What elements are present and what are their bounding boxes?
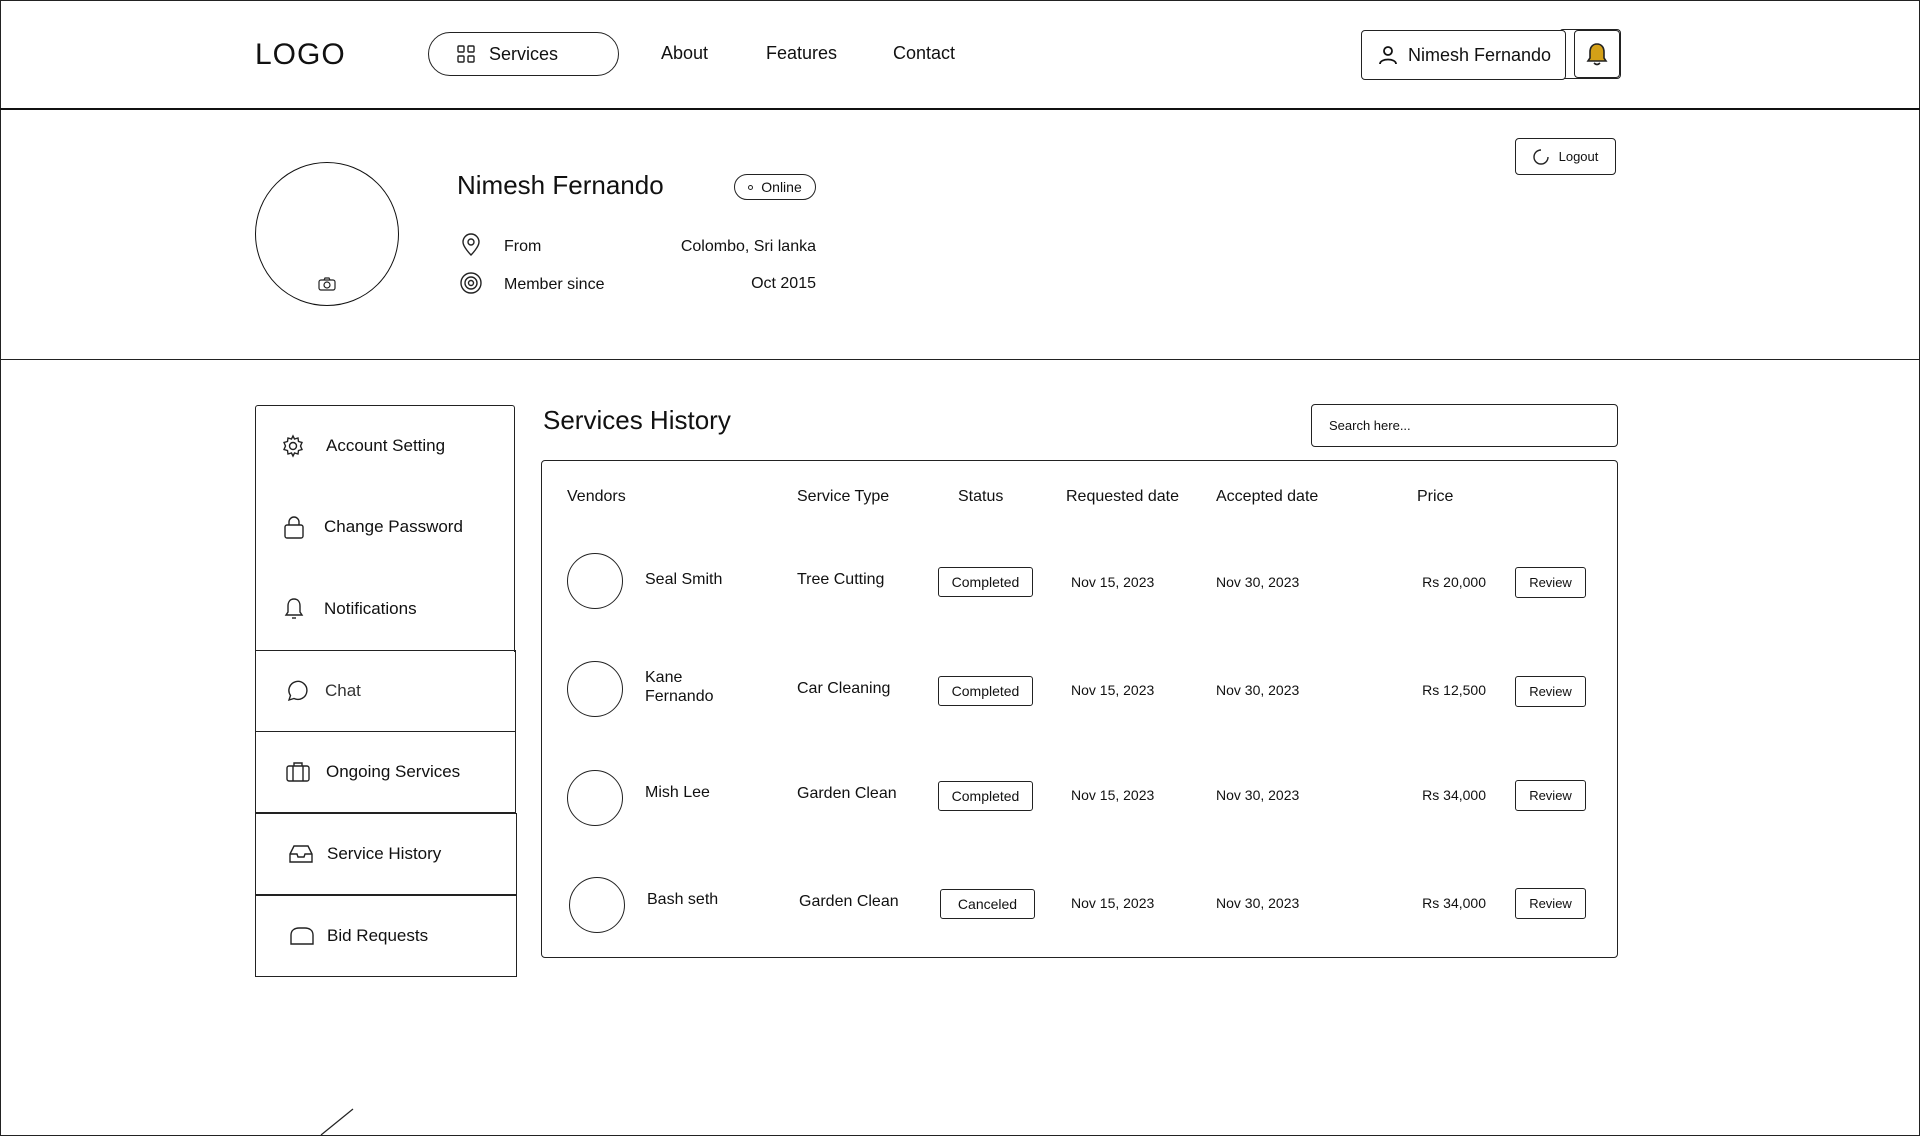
requested-date: Nov 15, 2023 [1071, 787, 1155, 803]
profile-name: Nimesh Fernando [457, 170, 664, 200]
nav-services-button[interactable]: Services [428, 32, 619, 76]
lock-icon [284, 516, 304, 539]
status-label: Online [761, 179, 802, 195]
accepted-date: Nov 30, 2023 [1216, 682, 1300, 698]
nav-about-link[interactable]: About [661, 43, 708, 64]
requested-date: Nov 15, 2023 [1071, 895, 1155, 911]
member-since-label: Member since [504, 276, 605, 293]
grid-icon [457, 45, 475, 63]
price: Rs 34,000 [1422, 895, 1486, 911]
column-header-requested-date: Requested date [1066, 488, 1179, 505]
nav-features-link[interactable]: Features [766, 43, 837, 64]
user-name: Nimesh Fernando [1408, 44, 1552, 65]
vendor-avatar [567, 661, 623, 717]
from-label: From [504, 238, 542, 255]
briefcase-icon [286, 761, 310, 782]
service-type: Car Cleaning [797, 680, 891, 697]
accepted-date: Nov 30, 2023 [1216, 787, 1300, 803]
vendor-name-line2: Fernando [645, 688, 714, 705]
vendor-avatar [567, 553, 623, 609]
logout-label: Logout [1558, 149, 1599, 164]
logout-button[interactable]: Logout [1515, 138, 1616, 175]
search-input[interactable] [1311, 404, 1618, 447]
services-history-table: Vendors Service Type Status Requested da… [541, 460, 1618, 958]
column-header-price: Price [1417, 488, 1454, 505]
status-badge: Completed [938, 781, 1033, 811]
requested-date: Nov 15, 2023 [1071, 574, 1155, 590]
sidebar-item-service-history[interactable]: Service History [255, 813, 517, 895]
vendor-name: Mish Lee [645, 784, 710, 801]
sidebar-item-account-setting[interactable]: Account Setting [255, 405, 516, 487]
inbox-icon [289, 845, 313, 863]
notification-button[interactable] [1574, 30, 1620, 78]
vendor-name: Seal Smith [645, 571, 723, 588]
profile-section: Nimesh Fernando Online From Colombo, Sri… [0, 110, 1920, 360]
sidebar-item-label: Notifications [324, 599, 417, 618]
sidebar-item-label: Bid Requests [327, 926, 429, 945]
vendor-name: Bash seth [647, 891, 719, 908]
page-title: Services History [543, 405, 731, 435]
sidebar-item-ongoing-services[interactable]: Ongoing Services [255, 731, 516, 813]
column-header-vendors: Vendors [567, 488, 626, 505]
chat-bubble-icon [287, 680, 308, 702]
sidebar-item-label: Service History [327, 844, 442, 863]
stray-line [320, 1108, 354, 1136]
column-header-accepted-date: Accepted date [1216, 488, 1319, 505]
service-type: Garden Clean [799, 893, 899, 910]
table-row: Mish Lee Garden Clean Completed Nov 15, … [542, 770, 1619, 840]
profile-avatar[interactable] [255, 162, 399, 306]
vendor-name-line1: Kane [645, 669, 683, 686]
user-menu-button[interactable]: Nimesh Fernando [1361, 30, 1566, 80]
nav-services-label: Services [489, 43, 559, 64]
review-button[interactable]: Review [1515, 676, 1586, 707]
logo[interactable]: LOGO [255, 38, 346, 72]
location-pin-icon [462, 233, 480, 256]
column-header-status: Status [958, 488, 1004, 505]
tag-icon [290, 927, 314, 945]
gear-icon [283, 434, 303, 458]
bell-icon [1586, 43, 1608, 66]
review-button[interactable]: Review [1515, 888, 1586, 919]
vendor-avatar [569, 877, 625, 933]
sidebar-item-notifications[interactable]: Notifications [255, 568, 516, 650]
target-icon [460, 272, 482, 294]
service-type: Garden Clean [797, 785, 897, 802]
accepted-date: Nov 30, 2023 [1216, 895, 1300, 911]
column-header-service-type: Service Type [797, 488, 890, 505]
status-dot-icon [748, 184, 754, 190]
vendor-avatar [567, 770, 623, 826]
sidebar-item-bid-requests[interactable]: Bid Requests [255, 895, 517, 977]
status-badge: Completed [938, 676, 1033, 706]
review-button[interactable]: Review [1515, 780, 1586, 811]
review-button[interactable]: Review [1515, 567, 1586, 598]
price: Rs 12,500 [1422, 682, 1486, 698]
user-icon [1379, 46, 1397, 65]
loading-arc-icon [1532, 148, 1549, 165]
vendor-name: Kane Fernando [645, 668, 714, 706]
table-row: Bash seth Garden Clean Canceled Nov 15, … [542, 877, 1619, 947]
member-since-value: Oct 2015 [751, 275, 816, 292]
requested-date: Nov 15, 2023 [1071, 682, 1155, 698]
status-badge: Online [734, 174, 816, 200]
price: Rs 34,000 [1422, 787, 1486, 803]
service-type: Tree Cutting [797, 571, 885, 588]
table-row: Seal Smith Tree Cutting Completed Nov 15… [542, 553, 1619, 623]
from-value: Colombo, Sri lanka [680, 238, 816, 255]
sidebar-item-change-password[interactable]: Change Password [255, 486, 516, 568]
sidebar-item-chat[interactable]: Chat [255, 650, 516, 732]
top-header: LOGO Services About Features Contact Nim… [0, 0, 1920, 110]
sidebar-item-label: Chat [325, 681, 361, 700]
status-badge: Completed [938, 567, 1033, 597]
bell-icon [284, 598, 304, 619]
table-row: Kane Fernando Car Cleaning Completed Nov… [542, 661, 1619, 731]
sidebar-item-label: Account Setting [326, 436, 446, 455]
accepted-date: Nov 30, 2023 [1216, 574, 1300, 590]
sidebar-item-label: Change Password [324, 517, 463, 536]
nav-contact-link[interactable]: Contact [893, 43, 955, 64]
status-badge: Canceled [940, 889, 1035, 919]
camera-icon[interactable] [318, 277, 336, 291]
price: Rs 20,000 [1422, 574, 1486, 590]
sidebar-item-label: Ongoing Services [326, 761, 461, 781]
